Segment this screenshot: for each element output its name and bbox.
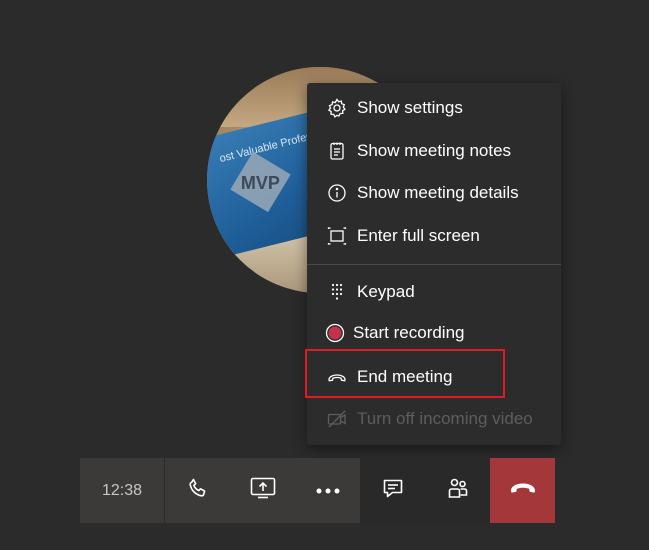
hang-up-button[interactable] [490, 458, 555, 523]
more-actions-button[interactable] [295, 458, 360, 523]
keypad-icon [327, 282, 347, 302]
menu-item-label: Show settings [357, 98, 463, 117]
menu-item-keypad[interactable]: Keypad [307, 272, 561, 312]
participants-button[interactable] [425, 458, 490, 523]
chat-icon [382, 477, 404, 504]
menu-item-label: Turn off incoming video [357, 409, 533, 428]
menu-item-label: Start recording [353, 323, 465, 342]
fullscreen-icon [327, 226, 347, 246]
menu-item-turn-off-incoming-video[interactable]: Turn off incoming video [307, 399, 561, 439]
menu-item-start-recording[interactable]: Start recording [307, 313, 561, 353]
menu-divider [307, 264, 561, 265]
share-screen-icon [250, 476, 276, 505]
share-screen-button[interactable] [230, 458, 295, 523]
hang-up-icon [510, 481, 536, 500]
menu-item-show-settings[interactable]: Show settings [307, 88, 561, 128]
menu-item-label: Keypad [357, 282, 415, 301]
menu-item-show-meeting-notes[interactable]: Show meeting notes [307, 131, 561, 171]
audio-button[interactable] [165, 458, 230, 523]
menu-item-label: Show meeting details [357, 183, 519, 202]
call-duration: 12:38 [80, 458, 165, 523]
menu-item-show-meeting-details[interactable]: Show meeting details [307, 173, 561, 213]
more-icon [315, 482, 341, 500]
mvp-logo-text: MVP [240, 173, 280, 194]
menu-item-label: Show meeting notes [357, 141, 512, 160]
call-control-bar: 12:38 [80, 458, 556, 523]
menu-item-enter-full-screen[interactable]: Enter full screen [307, 216, 561, 256]
record-icon [325, 323, 345, 343]
gear-icon [327, 98, 347, 118]
notes-icon [327, 141, 347, 161]
video-off-icon [327, 409, 347, 429]
info-icon [327, 183, 347, 203]
menu-item-label: Enter full screen [357, 226, 480, 245]
participants-icon [446, 476, 470, 505]
chat-button[interactable] [360, 458, 425, 523]
highlight-annotation [305, 349, 505, 398]
phone-icon [187, 477, 209, 504]
